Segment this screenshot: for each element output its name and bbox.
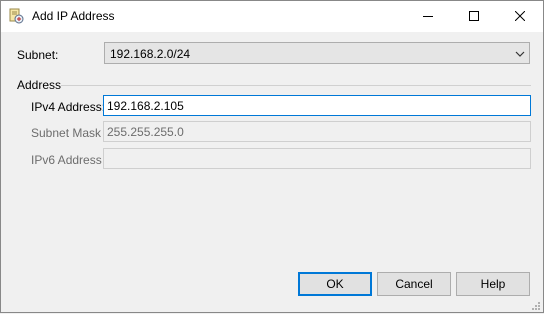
address-group-divider	[61, 85, 531, 86]
subnet-selected-value: 192.168.2.0/24	[110, 47, 191, 61]
subnet-select[interactable]: 192.168.2.0/24	[104, 42, 530, 64]
ipv6-address-input	[103, 148, 531, 169]
maximize-button[interactable]	[451, 1, 497, 32]
cancel-button[interactable]: Cancel	[377, 272, 451, 296]
subnet-label: Subnet:	[17, 48, 59, 62]
ok-button[interactable]: OK	[298, 272, 372, 296]
close-icon	[514, 10, 526, 24]
close-button[interactable]	[497, 1, 543, 32]
subnet-mask-label: Subnet Mask	[31, 126, 102, 140]
ipv6-address-label: IPv6 Address	[31, 153, 102, 167]
add-ip-address-dialog: Add IP Address Subnet: 192.168.2.0/24 Ad…	[0, 0, 544, 313]
resize-grip-icon[interactable]	[531, 300, 541, 310]
minimize-icon	[423, 10, 433, 24]
maximize-icon	[469, 10, 479, 24]
address-group-label: Address	[17, 78, 62, 92]
subnet-mask-input	[103, 121, 531, 142]
chevron-down-icon	[515, 48, 525, 58]
ipv4-address-input[interactable]	[103, 95, 531, 116]
ip-address-app-icon	[8, 8, 25, 25]
ipv4-address-label: IPv4 Address:	[31, 100, 106, 114]
title-bar[interactable]: Add IP Address	[1, 1, 543, 32]
minimize-button[interactable]	[405, 1, 451, 32]
window-title: Add IP Address	[32, 9, 115, 23]
help-button[interactable]: Help	[456, 272, 530, 296]
